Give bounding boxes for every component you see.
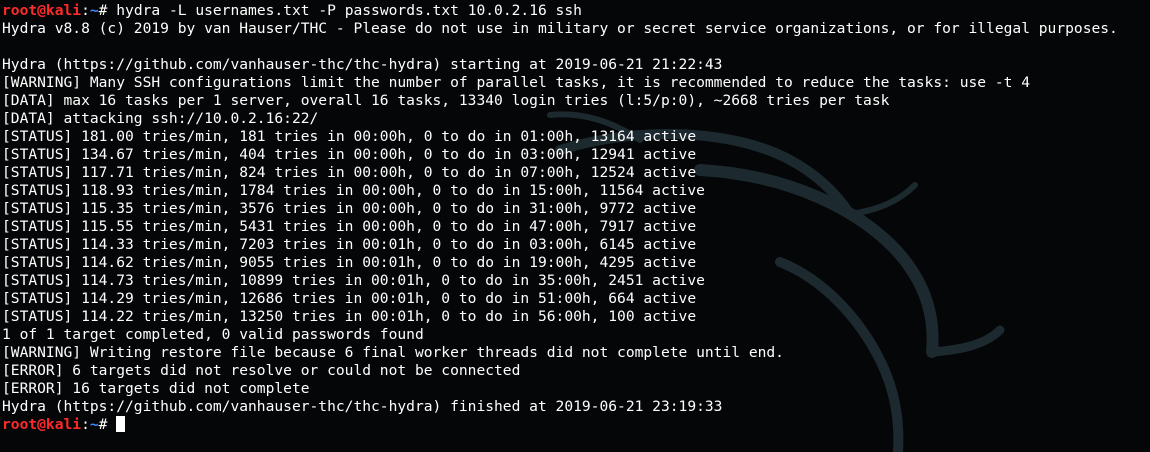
output-line: 1 of 1 target completed, 0 valid passwor… bbox=[2, 326, 424, 343]
output-line: [STATUS] 115.55 tries/min, 5431 tries in… bbox=[2, 218, 697, 235]
output-line: [ERROR] 6 targets did not resolve or cou… bbox=[2, 362, 521, 379]
terminal-window[interactable]: root@kali:~# hydra -L usernames.txt -P p… bbox=[0, 0, 1150, 452]
command-text: hydra -L usernames.txt -P passwords.txt … bbox=[116, 2, 582, 19]
terminal-screen: root@kali:~# hydra -L usernames.txt -P p… bbox=[2, 2, 1150, 434]
command-line: root@kali:~# hydra -L usernames.txt -P p… bbox=[2, 2, 1150, 20]
prompt-path: ~ bbox=[89, 416, 99, 433]
output-line: Hydra (https://github.com/vanhauser-thc/… bbox=[2, 56, 723, 73]
output-line: [STATUS] 117.71 tries/min, 824 tries in … bbox=[2, 164, 697, 181]
output-line: [STATUS] 114.62 tries/min, 9055 tries in… bbox=[2, 254, 697, 271]
output-line: [STATUS] 115.35 tries/min, 3576 tries in… bbox=[2, 200, 697, 217]
output-line: [STATUS] 114.33 tries/min, 7203 tries in… bbox=[2, 236, 697, 253]
prompt-path: ~ bbox=[89, 2, 99, 19]
output-line: [DATA] attacking ssh://10.0.2.16:22/ bbox=[2, 110, 319, 127]
output-line: [WARNING] Many SSH configurations limit … bbox=[2, 74, 1030, 91]
output-line: [ERROR] 16 targets did not complete bbox=[2, 380, 310, 397]
text-cursor[interactable] bbox=[116, 416, 126, 432]
prompt-user-host: root@kali bbox=[2, 2, 82, 19]
output-line: [STATUS] 181.00 tries/min, 181 tries in … bbox=[2, 128, 697, 145]
output-line: Hydra (https://github.com/vanhauser-thc/… bbox=[2, 398, 723, 415]
output-line: [WARNING] Writing restore file because 6… bbox=[2, 344, 784, 361]
prompt-user-host: root@kali bbox=[2, 416, 82, 433]
output-line: [STATUS] 134.67 tries/min, 404 tries in … bbox=[2, 146, 697, 163]
output-line: Hydra v8.8 (c) 2019 by van Hauser/THC - … bbox=[2, 20, 1118, 37]
input-line[interactable]: root@kali:~# bbox=[2, 416, 1150, 434]
output-line: [STATUS] 114.22 tries/min, 13250 tries i… bbox=[2, 308, 697, 325]
output-line: [DATA] max 16 tasks per 1 server, overal… bbox=[2, 92, 890, 109]
output-line: [STATUS] 114.73 tries/min, 10899 tries i… bbox=[2, 272, 705, 289]
prompt-symbol: # bbox=[98, 2, 117, 19]
prompt-separator: : bbox=[81, 2, 90, 19]
prompt-symbol: # bbox=[98, 416, 117, 433]
output-line: [STATUS] 114.29 tries/min, 12686 tries i… bbox=[2, 290, 697, 307]
prompt-separator: : bbox=[81, 416, 90, 433]
output-line: [STATUS] 118.93 tries/min, 1784 tries in… bbox=[2, 182, 705, 199]
